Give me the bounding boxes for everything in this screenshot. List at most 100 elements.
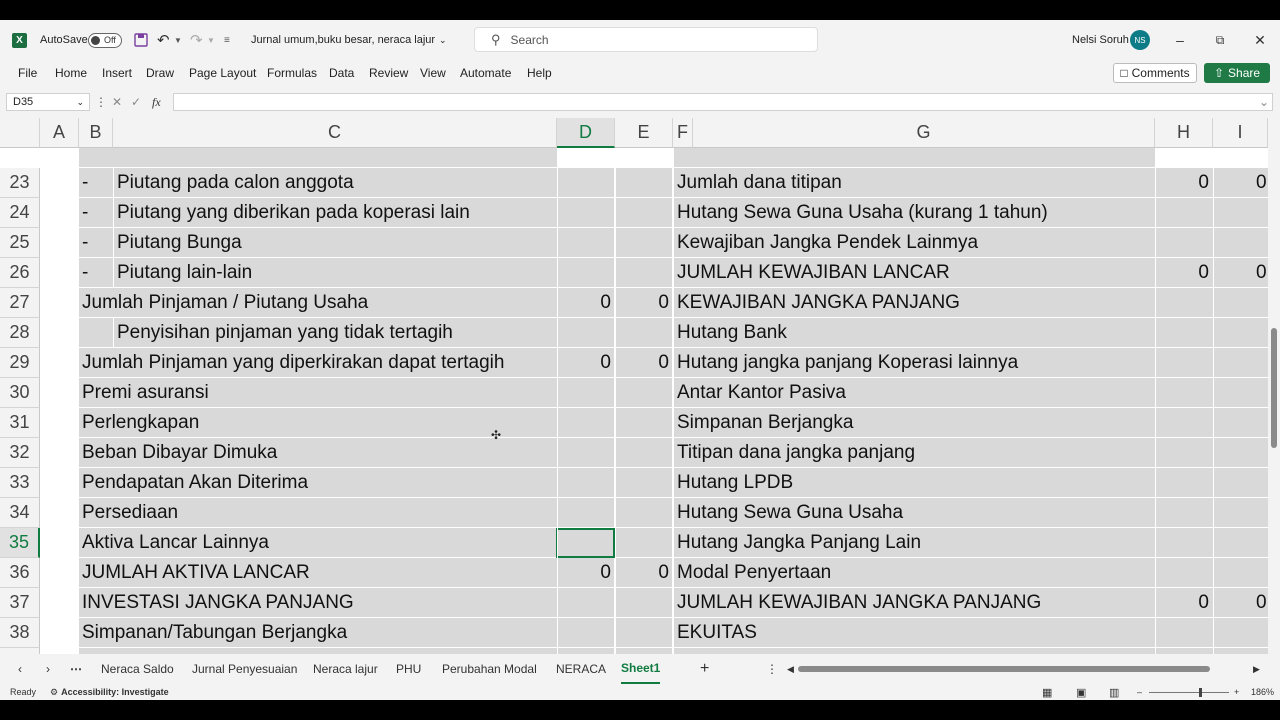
- cell-value-h[interactable]: [1155, 378, 1209, 408]
- cell-value-i[interactable]: 0: [1256, 588, 1268, 618]
- tab-phu[interactable]: PHU: [396, 654, 421, 684]
- cell-label-right[interactable]: JUMLAH KEWAJIBAN JANGKA PANJANG: [677, 588, 1153, 618]
- tab-neraca[interactable]: NERACA: [556, 654, 606, 684]
- cell-value-d[interactable]: [557, 588, 611, 618]
- cell-value-i[interactable]: [1256, 318, 1268, 348]
- cell-label[interactable]: Piutang Bunga: [117, 228, 555, 258]
- search-box[interactable]: ⚲ Search: [474, 27, 818, 52]
- cell-value-h[interactable]: [1155, 618, 1209, 648]
- row-header[interactable]: 37: [0, 588, 40, 618]
- cell-dash[interactable]: [82, 318, 112, 348]
- cell-value-e[interactable]: [615, 498, 669, 528]
- cell-value-h[interactable]: 0: [1155, 168, 1209, 198]
- cell-value-h[interactable]: [1155, 228, 1209, 258]
- cell-value-e[interactable]: 0: [615, 558, 669, 588]
- row-header[interactable]: 27: [0, 288, 40, 318]
- cell-value-e[interactable]: 0: [615, 348, 669, 378]
- cell-label-right[interactable]: Kewajiban Jangka Pendek Lainmya: [677, 228, 1153, 258]
- cell-label[interactable]: Jumlah Pinjaman yang diperkirakan dapat …: [82, 348, 556, 378]
- tab-perubahan-modal[interactable]: Perubahan Modal: [442, 654, 537, 684]
- horizontal-scrollbar[interactable]: [798, 666, 1210, 672]
- cell-label-right[interactable]: Titipan dana jangka panjang: [677, 438, 1153, 468]
- menu-page-layout[interactable]: Page Layout: [189, 60, 256, 86]
- cell-label-right[interactable]: Hutang Sewa Guna Usaha: [677, 498, 1153, 528]
- cell-label[interactable]: Jumlah Pinjaman / Piutang Usaha: [82, 288, 556, 318]
- cell-value-i[interactable]: 0: [1256, 258, 1268, 288]
- cell-value-e[interactable]: [615, 378, 669, 408]
- tab-sheet1[interactable]: Sheet1: [621, 654, 661, 684]
- cell-value-h[interactable]: [1155, 498, 1209, 528]
- cell-label[interactable]: Aktiva Lancar Lainnya: [82, 528, 556, 558]
- cell-label-right[interactable]: Simpanan Berjangka: [677, 408, 1153, 438]
- select-all-corner[interactable]: [0, 118, 40, 148]
- column-header-e[interactable]: E: [615, 118, 673, 148]
- column-header-i[interactable]: I: [1213, 118, 1268, 148]
- cell-value-e[interactable]: [615, 468, 669, 498]
- tab-neraca-lajur[interactable]: Neraca lajur: [313, 654, 378, 684]
- customize-toolbar-icon[interactable]: ≡: [224, 20, 230, 60]
- row-header[interactable]: 25: [0, 228, 40, 258]
- cell-label-right[interactable]: Hutang LPDB: [677, 468, 1153, 498]
- zoom-slider[interactable]: [1149, 684, 1229, 700]
- scroll-right-icon[interactable]: ▶: [1253, 654, 1260, 684]
- column-header-c[interactable]: C: [113, 118, 557, 148]
- cell-value-d[interactable]: [557, 618, 611, 648]
- page-layout-view-icon[interactable]: ▣: [1076, 684, 1086, 700]
- menu-data[interactable]: Data: [329, 60, 354, 86]
- zoom-in-icon[interactable]: +: [1234, 684, 1239, 700]
- cell-label[interactable]: INVESTASI JANGKA PANJANG: [82, 588, 556, 618]
- menu-formulas[interactable]: Formulas: [267, 60, 317, 86]
- comments-button[interactable]: □ Comments: [1113, 63, 1197, 83]
- cell-label[interactable]: Penyisihan pinjaman yang tidak tertagih: [117, 318, 555, 348]
- user-avatar[interactable]: NS: [1130, 20, 1150, 60]
- autosave-toggle[interactable]: Off: [88, 20, 122, 60]
- cell-value-d[interactable]: [557, 168, 611, 198]
- cell-value-h[interactable]: [1155, 288, 1209, 318]
- cell-value-e[interactable]: [615, 588, 669, 618]
- cell-value-d[interactable]: [557, 438, 611, 468]
- cell-value-i[interactable]: [1256, 348, 1268, 378]
- zoom-level[interactable]: 186%: [1251, 684, 1274, 700]
- cell-label-right[interactable]: Antar Kantor Pasiva: [677, 378, 1153, 408]
- selected-cell[interactable]: [556, 528, 615, 558]
- cell-dash[interactable]: -: [82, 198, 112, 228]
- cell-value-i[interactable]: [1256, 528, 1268, 558]
- cell-label[interactable]: Pendapatan Akan Diterima: [82, 468, 556, 498]
- more-icon[interactable]: ⋮: [95, 93, 107, 111]
- cell-value-i[interactable]: [1256, 408, 1268, 438]
- cell-value-e[interactable]: [615, 528, 669, 558]
- save-icon[interactable]: [133, 20, 149, 60]
- vertical-scrollbar[interactable]: [1268, 118, 1280, 674]
- cell-label-right[interactable]: Hutang Sewa Guna Usaha (kurang 1 tahun): [677, 198, 1153, 228]
- cell-label-right[interactable]: EKUITAS: [677, 618, 1153, 648]
- cell-value-d[interactable]: [557, 468, 611, 498]
- cell-value-h[interactable]: [1155, 558, 1209, 588]
- menu-insert[interactable]: Insert: [102, 60, 132, 86]
- row-header[interactable]: 32: [0, 438, 40, 468]
- cell-label[interactable]: Beban Dibayar Dimuka: [82, 438, 556, 468]
- cell-value-d[interactable]: 0: [557, 288, 611, 318]
- row-header[interactable]: 35: [0, 528, 40, 558]
- cell-value-e[interactable]: 0: [615, 288, 669, 318]
- tab-neraca-saldo[interactable]: Neraca Saldo: [101, 654, 174, 684]
- cell-label-right[interactable]: KEWAJIBAN JANGKA PANJANG: [677, 288, 1153, 318]
- undo-icon[interactable]: ↶: [157, 20, 170, 60]
- column-header-g[interactable]: G: [693, 118, 1155, 148]
- page-break-view-icon[interactable]: ▥: [1109, 684, 1119, 700]
- cell-value-e[interactable]: [615, 258, 669, 288]
- row-header[interactable]: 36: [0, 558, 40, 588]
- column-header-d[interactable]: D: [557, 118, 615, 148]
- close-icon[interactable]: ✕: [1240, 20, 1280, 60]
- expand-formula-icon[interactable]: ⌄: [1259, 93, 1269, 111]
- row-header[interactable]: 33: [0, 468, 40, 498]
- cell-label[interactable]: Piutang yang diberikan pada koperasi lai…: [117, 198, 555, 228]
- menu-file[interactable]: File: [18, 60, 37, 86]
- cell-label-right[interactable]: Hutang jangka panjang Koperasi lainnya: [677, 348, 1153, 378]
- cell-value-h[interactable]: [1155, 528, 1209, 558]
- cell-value-h[interactable]: [1155, 438, 1209, 468]
- cell-value-e[interactable]: [615, 198, 669, 228]
- row-header[interactable]: 31: [0, 408, 40, 438]
- scroll-left-icon[interactable]: ◀: [787, 654, 794, 684]
- menu-draw[interactable]: Draw: [146, 60, 174, 86]
- cell-value-e[interactable]: [615, 318, 669, 348]
